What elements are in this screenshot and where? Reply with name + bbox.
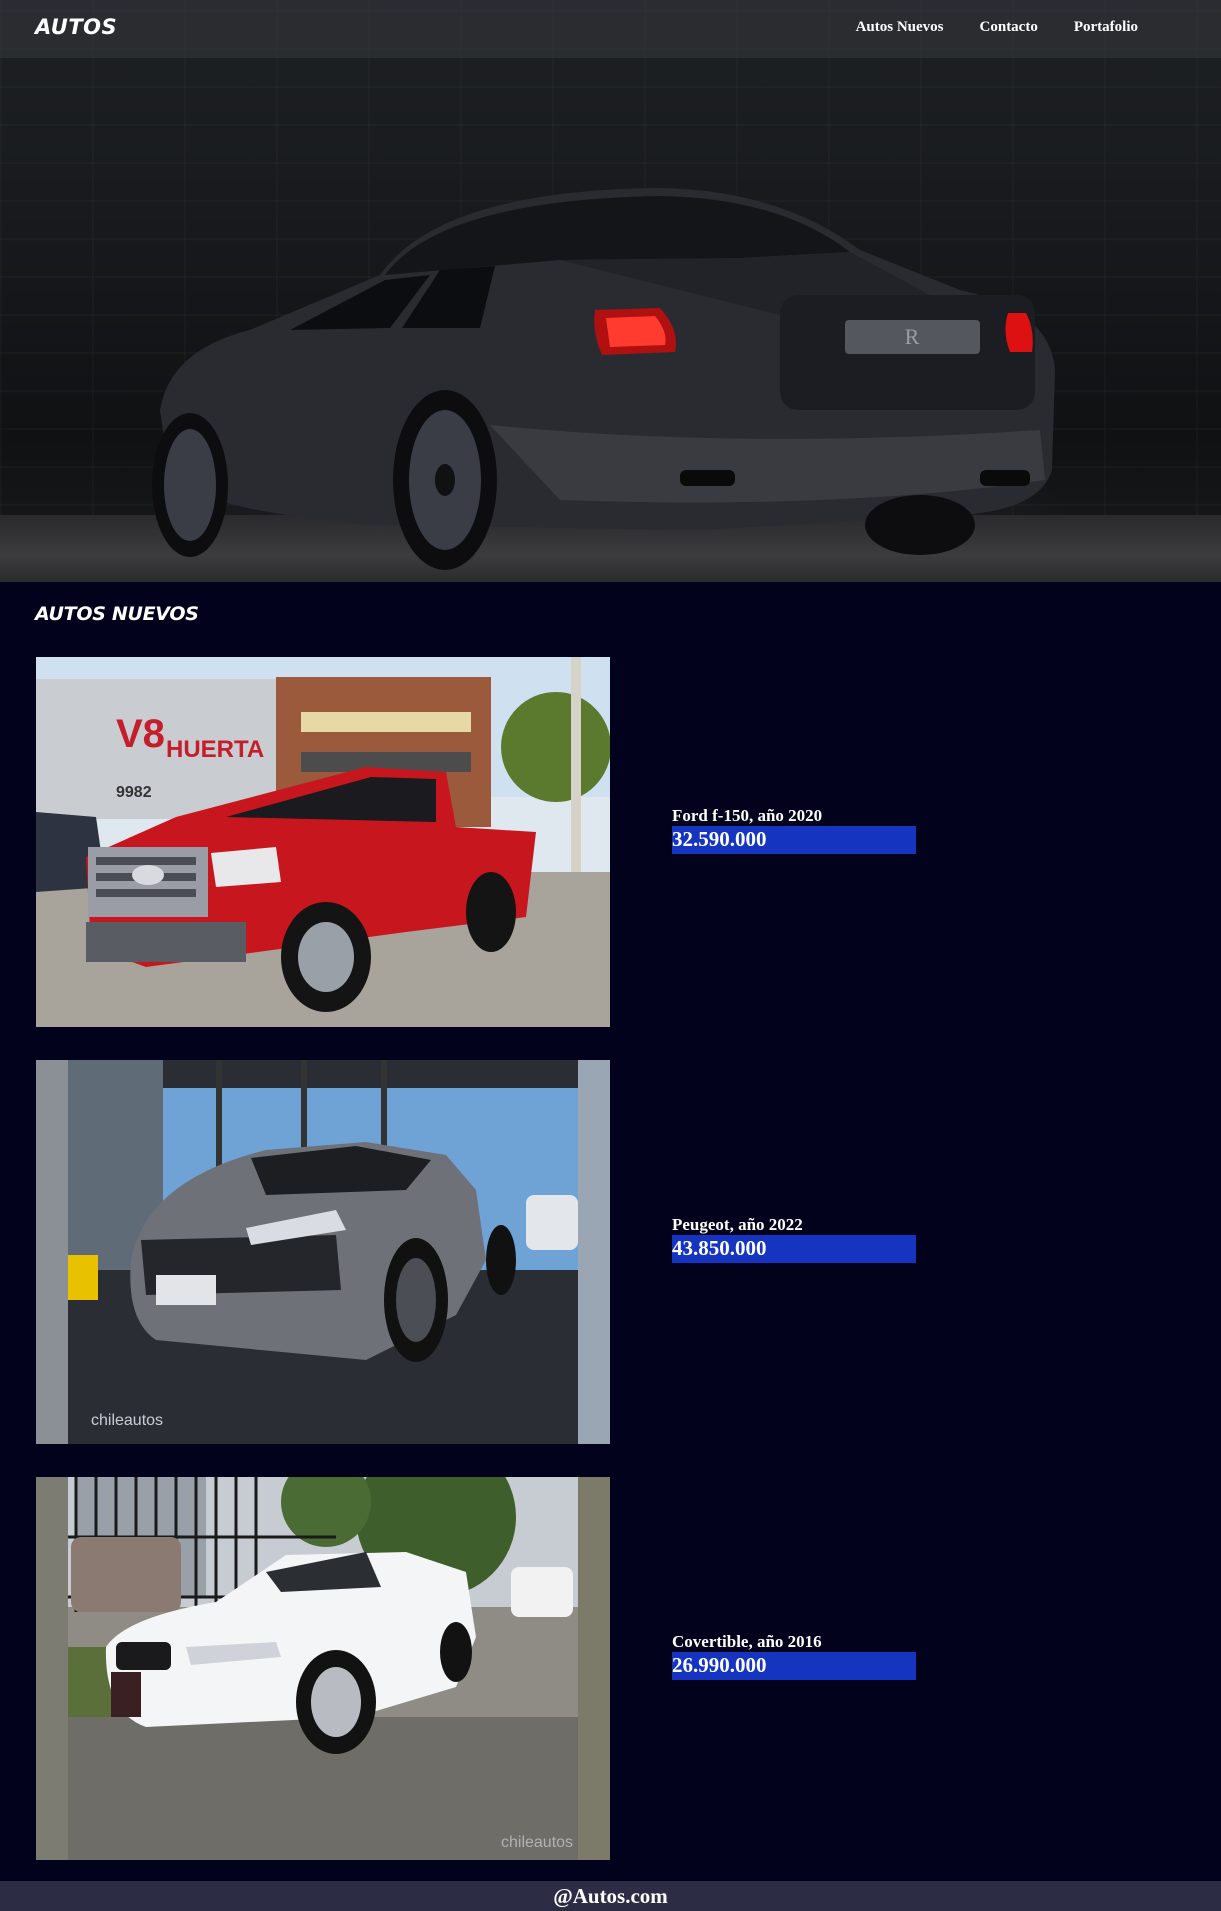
car-info-convertible: Covertible, año 2016 26.990.000 <box>672 1632 916 1680</box>
svg-text:HUERTA: HUERTA <box>166 736 264 763</box>
car-info-ford: Ford f-150, año 2020 32.590.000 <box>672 806 916 854</box>
nav-link-portafolio[interactable]: Portafolio <box>1074 19 1138 36</box>
nav-links: Autos Nuevos Contacto Portafolio <box>856 19 1138 36</box>
svg-text:chileautos: chileautos <box>501 1834 573 1851</box>
car-name: Ford f-150, año 2020 <box>672 806 823 825</box>
car-info-peugeot: Peugeot, año 2022 43.850.000 <box>672 1215 916 1263</box>
car-card-convertible: chileautos Covertible, año 2016 26.990.0… <box>36 1477 1186 1860</box>
hero-car-image: R <box>152 188 1055 570</box>
svg-text:V8: V8 <box>116 712 165 756</box>
car-name: Peugeot, año 2022 <box>672 1215 803 1234</box>
footer: @Autos.com <box>0 1881 1221 1911</box>
car-price: 26.990.000 <box>672 1652 916 1680</box>
car-name: Covertible, año 2016 <box>672 1632 822 1651</box>
car-photo-peugeot[interactable]: chileautos <box>36 1060 610 1444</box>
svg-text:R: R <box>905 324 920 349</box>
car-photo-ford[interactable]: V8 HUERTA 9982 <box>36 657 610 1027</box>
car-price: 32.590.000 <box>672 826 916 854</box>
footer-text: @Autos.com <box>553 1884 668 1908</box>
car-card-ford: V8 HUERTA 9982 Ford f-150, año 2020 32.5… <box>36 657 1186 1027</box>
hero-banner: R <box>0 0 1221 582</box>
top-navbar: AUTOS Autos Nuevos Contacto Portafolio <box>0 0 1221 58</box>
car-price: 43.850.000 <box>672 1235 916 1263</box>
section-title: AUTOS NUEVOS <box>35 603 199 625</box>
nav-link-autos-nuevos[interactable]: Autos Nuevos <box>856 19 944 36</box>
brand-logo[interactable]: AUTOS <box>35 15 117 39</box>
svg-text:9982: 9982 <box>116 784 152 801</box>
car-photo-convertible[interactable]: chileautos <box>36 1477 610 1860</box>
car-card-peugeot: chileautos Peugeot, año 2022 43.850.000 <box>36 1060 1186 1444</box>
svg-text:chileautos: chileautos <box>91 1412 163 1429</box>
nav-link-contacto[interactable]: Contacto <box>980 19 1038 36</box>
